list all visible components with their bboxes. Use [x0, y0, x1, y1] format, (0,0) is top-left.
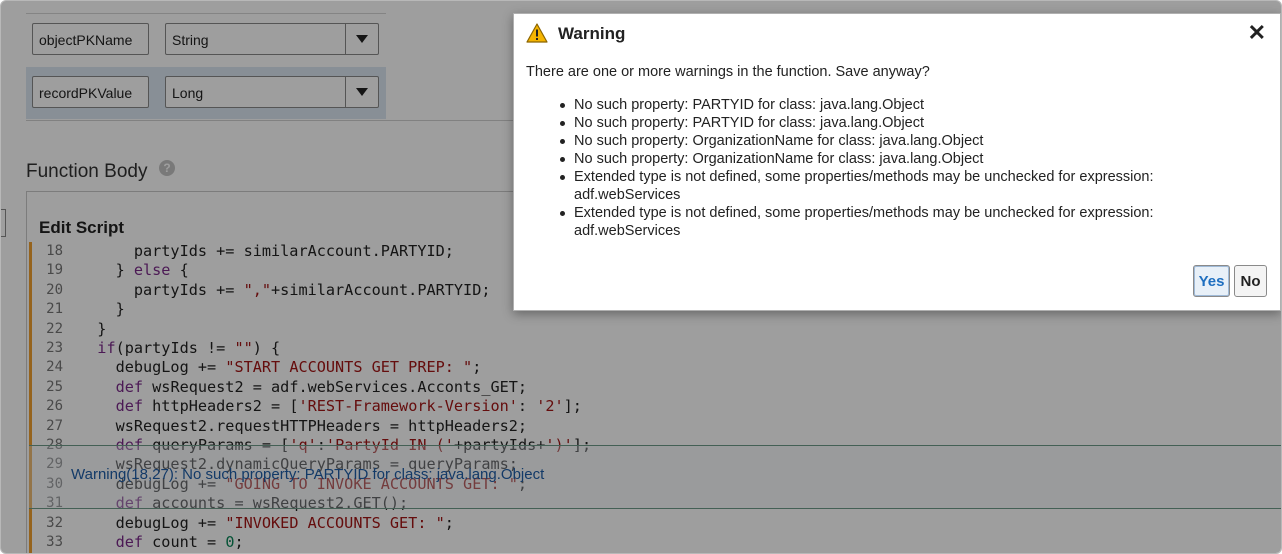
- list-item: No such property: PARTYID for class: jav…: [556, 114, 1246, 132]
- dialog-title: Warning: [558, 24, 626, 43]
- warning-dialog: Warning ✕ There are one or more warnings…: [513, 13, 1281, 311]
- list-item: No such property: OrganizationName for c…: [556, 150, 1246, 168]
- warning-triangle-icon: [526, 23, 548, 43]
- yes-button[interactable]: Yes: [1193, 265, 1230, 297]
- list-item: Extended type is not defined, some prope…: [556, 168, 1246, 204]
- warnings-list: No such property: PARTYID for class: jav…: [556, 96, 1246, 240]
- list-item: No such property: PARTYID for class: jav…: [556, 96, 1246, 114]
- list-item: Extended type is not defined, some prope…: [556, 204, 1246, 240]
- app-window: objectPKName String recordPKValue Long F…: [0, 0, 1282, 554]
- close-icon[interactable]: ✕: [1248, 20, 1266, 46]
- no-button[interactable]: No: [1234, 265, 1267, 297]
- dialog-message: There are one or more warnings in the fu…: [526, 64, 930, 80]
- list-item: No such property: OrganizationName for c…: [556, 132, 1246, 150]
